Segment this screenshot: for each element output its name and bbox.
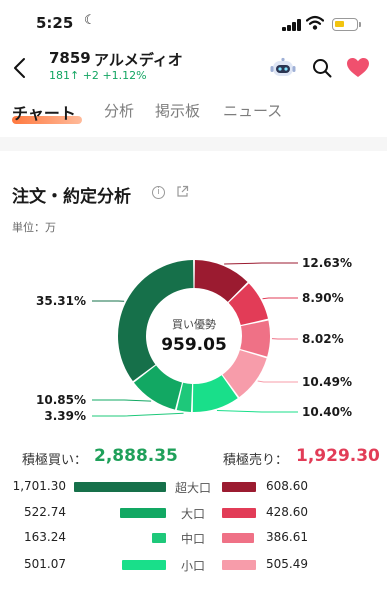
leader-line bbox=[262, 297, 298, 300]
buy-total-label: 積極買い： bbox=[22, 453, 88, 468]
leader-line bbox=[92, 412, 184, 417]
slice-pct-label: 10.49% bbox=[302, 375, 352, 389]
stock-code: 7859 bbox=[49, 49, 91, 67]
info-icon[interactable]: i bbox=[152, 186, 165, 199]
slice-pct-label: 10.40% bbox=[302, 405, 352, 419]
sell-bar bbox=[222, 482, 256, 492]
buy-amount: 1,701.30 bbox=[12, 479, 66, 493]
sell-bar bbox=[222, 508, 256, 518]
leader-line bbox=[216, 410, 298, 413]
price-change-pct: +1.12% bbox=[102, 69, 147, 82]
sell-amount: 608.60 bbox=[266, 479, 308, 493]
tab-board[interactable]: 掲示板 bbox=[155, 100, 200, 121]
price-line: 181↑ +2 +1.12% bbox=[49, 69, 147, 82]
buy-bar bbox=[121, 560, 166, 570]
status-bar: 5:25 ☾ bbox=[0, 0, 387, 44]
sell-total-label: 積極売り： bbox=[223, 453, 289, 468]
slice-pct-label: 35.31% bbox=[36, 294, 86, 308]
slice-pct-label: 12.63% bbox=[302, 256, 352, 270]
size-class-label: 中口 bbox=[180, 532, 205, 546]
center-value: 959.05 bbox=[161, 335, 227, 355]
buy-total-value: 2,888.35 bbox=[94, 446, 178, 466]
sell-bar bbox=[222, 533, 255, 543]
tab-news[interactable]: ニュース bbox=[223, 100, 282, 121]
battery-icon bbox=[332, 18, 361, 31]
status-time: 5:25 bbox=[36, 14, 74, 32]
tab-chart[interactable]: チャート bbox=[12, 100, 76, 124]
sell-amount: 428.60 bbox=[266, 505, 308, 519]
wifi-icon bbox=[306, 15, 324, 30]
tab-analysis[interactable]: 分析 bbox=[104, 100, 134, 121]
size-class-label: 超大口 bbox=[174, 481, 211, 495]
slice-pct-label: 3.39% bbox=[44, 409, 86, 423]
slice-pct-label: 10.85% bbox=[36, 393, 86, 407]
donut-chart: 12.63% 8.90% 8.02% 10.49% 10.40% 3.39% 10.85% 3… bbox=[36, 256, 352, 423]
section-divider bbox=[0, 137, 387, 151]
share-icon[interactable] bbox=[176, 185, 189, 198]
buy-bar bbox=[151, 533, 166, 543]
stock-price: 181 bbox=[49, 69, 70, 82]
stock-name: アルメディオ bbox=[94, 51, 183, 69]
up-arrow-icon: ↑ bbox=[70, 69, 80, 82]
size-class-label: 小口 bbox=[180, 559, 205, 573]
back-arrow-icon[interactable] bbox=[10, 56, 30, 80]
buy-amount: 501.07 bbox=[24, 557, 66, 571]
buy-bar bbox=[119, 508, 166, 518]
sell-bar bbox=[222, 560, 256, 570]
leader-line bbox=[257, 380, 298, 383]
slice-pct-label: 8.90% bbox=[302, 291, 344, 305]
sell-amount: 505.49 bbox=[266, 557, 308, 571]
donut-slice bbox=[240, 320, 270, 357]
sell-total-value: 1,929.30 bbox=[296, 446, 380, 466]
leader-line bbox=[92, 399, 152, 402]
robot-icon[interactable] bbox=[270, 57, 296, 79]
leader-line bbox=[224, 262, 298, 265]
slice-pct-label: 8.02% bbox=[302, 332, 344, 346]
signal-icon bbox=[282, 19, 302, 31]
moon-icon: ☾ bbox=[84, 13, 96, 28]
size-class-label: 大口 bbox=[180, 507, 205, 521]
buy-bar bbox=[74, 482, 166, 492]
search-icon[interactable] bbox=[312, 58, 332, 78]
unit-label: 単位：万 bbox=[12, 221, 56, 234]
center-label: 買い優勢 bbox=[172, 317, 216, 331]
buy-amount: 522.74 bbox=[24, 505, 66, 519]
section-title: 注文・約定分析 bbox=[12, 187, 131, 207]
buy-amount: 163.24 bbox=[24, 530, 66, 544]
price-change: +2 bbox=[82, 69, 99, 82]
heart-icon[interactable] bbox=[346, 57, 370, 79]
sell-amount: 386.61 bbox=[266, 530, 308, 544]
